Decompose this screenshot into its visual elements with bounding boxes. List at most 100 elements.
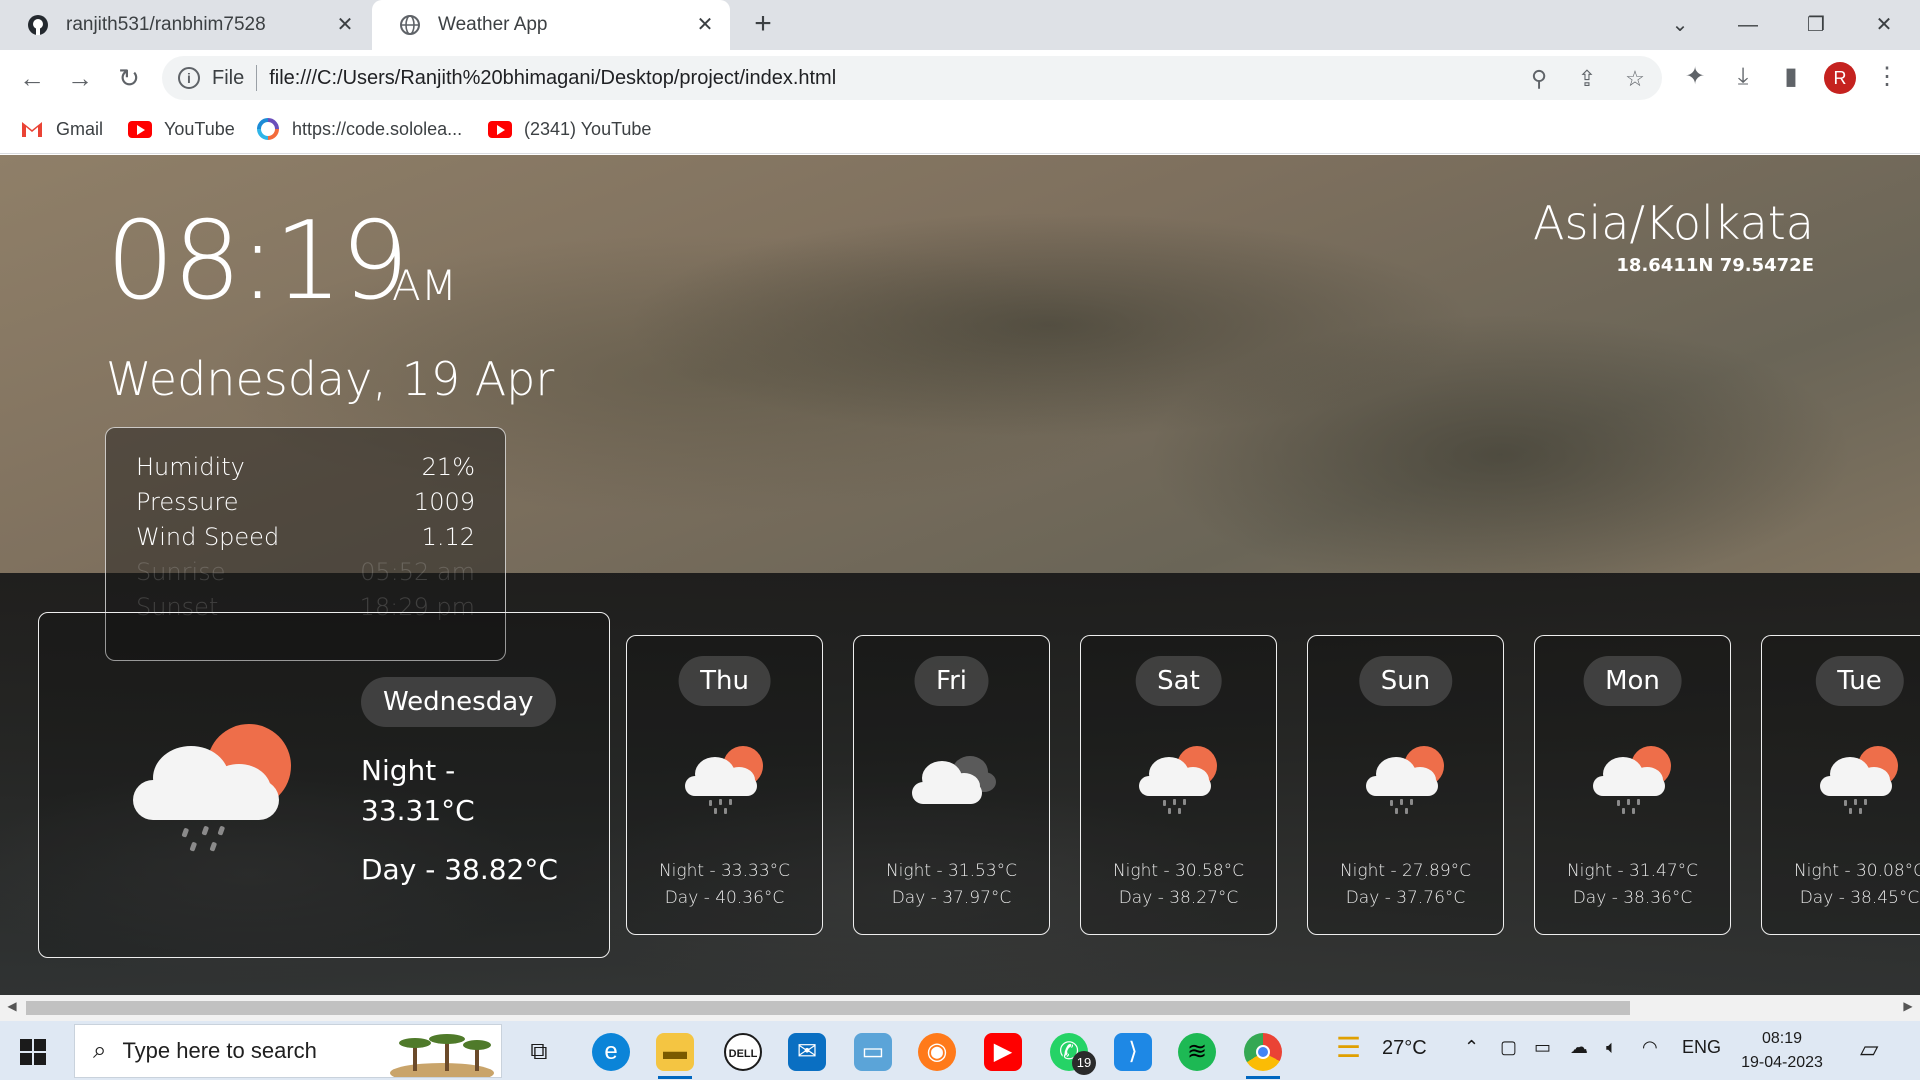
scroll-right-icon[interactable]: ▶ — [1900, 999, 1916, 1013]
file-explorer-icon[interactable]: ▬ — [656, 1033, 694, 1079]
menu-icon[interactable]: ⋮ — [1872, 62, 1902, 92]
detail-label: Pressure — [136, 488, 239, 516]
detail-value: 1009 — [413, 488, 475, 516]
new-tab-icon[interactable]: + — [748, 9, 778, 40]
chevron-down-icon[interactable]: ⌄ — [1660, 8, 1700, 42]
detail-value: 05:52 am — [360, 558, 475, 586]
forecast-night-temp: Night - 33.33°C — [658, 861, 791, 881]
windows-start-icon[interactable] — [20, 1039, 46, 1065]
close-icon[interactable]: ✕ — [694, 14, 716, 36]
info-icon[interactable]: i — [178, 67, 200, 89]
scrollbar-thumb[interactable] — [26, 1001, 1630, 1015]
current-date: Wednesday, 19 Apr — [106, 352, 555, 406]
volume-icon[interactable]: 🔈︎ — [1606, 1037, 1617, 1058]
gmail-icon — [20, 117, 44, 141]
bookmark-sololearn[interactable]: https://code.sololea... — [256, 116, 462, 142]
youtube-app-icon[interactable]: ▶ — [984, 1033, 1022, 1071]
extensions-icon[interactable]: ✦ — [1680, 62, 1710, 92]
close-window-icon[interactable]: ✕ — [1864, 8, 1904, 42]
forecast-day-temp: Day - 38.27°C — [1118, 888, 1239, 908]
dell-icon[interactable]: DELL — [724, 1033, 762, 1071]
weather-widget-icon[interactable]: ☰ — [1336, 1031, 1361, 1064]
forecast-day: Sat — [1135, 656, 1222, 706]
youtube-icon — [128, 117, 152, 141]
tab-strip: ranjith531/ranbhim7528 ✕ Weather App ✕ +… — [0, 0, 1920, 50]
weather-widget-temp[interactable]: 27°C — [1382, 1037, 1427, 1060]
forecast-card-tue: Tue Night - 30.08°C Day - 38.45°C — [1761, 635, 1920, 935]
today-night-temp: Night - 33.31°C — [361, 754, 475, 827]
share-icon[interactable]: ⇪ — [1574, 66, 1600, 92]
detail-wind-speed: Wind Speed 1.12 — [136, 520, 475, 555]
star-icon[interactable]: ☆ — [1622, 66, 1648, 92]
edge-icon[interactable]: e — [592, 1033, 630, 1071]
onedrive-icon[interactable]: ☁ — [1570, 1037, 1588, 1058]
forecast-day: Fri — [914, 656, 989, 706]
search-icon: ⌕ — [93, 1037, 107, 1064]
scroll-left-icon[interactable]: ◀ — [4, 999, 20, 1013]
back-icon[interactable]: ← — [16, 62, 48, 94]
forecast-day-temp: Day - 38.36°C — [1572, 888, 1693, 908]
tab-title: Weather App — [438, 14, 548, 35]
forecast-day: Sun — [1358, 656, 1453, 706]
close-icon[interactable]: ✕ — [334, 14, 356, 36]
bookmark-label: Gmail — [56, 118, 104, 139]
current-time: 08:19 — [106, 199, 409, 324]
forecast-day-temp: Day - 38.45°C — [1799, 888, 1920, 908]
tab-weather-app[interactable]: Weather App ✕ — [372, 0, 730, 50]
meet-now-icon[interactable]: ▢ — [1500, 1037, 1517, 1058]
mail-icon[interactable]: ✉ — [788, 1033, 826, 1071]
bookmark-label: (2341) YouTube — [524, 118, 652, 139]
side-panel-icon[interactable]: ▮ — [1776, 62, 1806, 92]
restore-icon[interactable]: ❐ — [1796, 8, 1836, 42]
windows-taskbar: ⌕ Type here to search ⧉ e ▬ DELL ✉ ▭ ◉ ▶… — [0, 1021, 1920, 1080]
this-pc-icon[interactable]: ▭ — [854, 1033, 892, 1071]
location-icon[interactable]: ⚲ — [1526, 66, 1552, 92]
minimize-icon[interactable]: — — [1728, 8, 1768, 42]
am-pm: AM — [392, 261, 457, 310]
language-indicator[interactable]: ENG — [1682, 1037, 1721, 1058]
chevron-up-icon[interactable]: ⌃ — [1464, 1037, 1479, 1058]
bookmark-youtube[interactable]: YouTube — [128, 116, 235, 142]
forecast-card-mon: Mon Night - 31.47°C Day - 38.36°C — [1534, 635, 1731, 935]
forecast-day: Thu — [678, 656, 771, 706]
url-text[interactable]: file:///C:/Users/Ranjith%20bhimagani/Des… — [269, 67, 836, 90]
youtube-icon — [488, 117, 512, 141]
search-placeholder: Type here to search — [122, 1038, 317, 1063]
search-highlight-icon — [390, 1034, 494, 1077]
browser-toolbar: ← → ↻ i File file:///C:/Users/Ranjith%20… — [0, 50, 1920, 106]
forecast-night-temp: Night - 30.08°C — [1793, 861, 1920, 881]
taskbar-search[interactable]: ⌕ Type here to search — [74, 1024, 502, 1078]
bookmark-label: https://code.sololea... — [292, 118, 463, 139]
bookmark-youtube-2[interactable]: (2341) YouTube — [488, 116, 651, 142]
rain-cloud-sun-icon — [1366, 746, 1444, 814]
battery-icon[interactable]: ▭ — [1534, 1037, 1551, 1058]
horizontal-scrollbar[interactable]: ◀ ▶ — [0, 995, 1920, 1021]
today-forecast-card: Wednesday Night - 33.31°C Day - 38.82°C — [38, 612, 610, 958]
detail-label: Wind Speed — [136, 523, 280, 551]
forward-icon[interactable]: → — [64, 62, 96, 94]
vscode-icon[interactable]: ⟩ — [1114, 1033, 1152, 1071]
cloudy-icon — [912, 756, 996, 804]
chrome-icon[interactable] — [1244, 1033, 1282, 1079]
download-icon[interactable]: ⤓ — [1728, 62, 1758, 92]
profile-avatar[interactable]: R — [1824, 62, 1856, 94]
spotify-icon[interactable]: ≋ — [1178, 1033, 1216, 1071]
tab-github[interactable]: ranjith531/ranbhim7528 ✕ — [0, 0, 370, 50]
task-view-icon[interactable]: ⧉ — [520, 1033, 558, 1071]
address-bar[interactable]: i File file:///C:/Users/Ranjith%20bhimag… — [162, 56, 1662, 100]
bookmark-gmail[interactable]: Gmail — [20, 116, 103, 142]
detail-humidity: Humidity 21% — [136, 450, 475, 485]
today-info: Wednesday Night - 33.31°C Day - 38.82°C — [361, 677, 558, 886]
weather-page: 08:19 AM Wednesday, 19 Apr Asia/Kolkata … — [0, 155, 1920, 995]
detail-sunrise: Sunrise 05:52 am — [136, 555, 475, 590]
reload-icon[interactable]: ↻ — [113, 62, 145, 94]
wifi-icon[interactable]: ◠ — [1642, 1037, 1658, 1058]
system-clock[interactable]: 08:19 19-04-2023 — [1730, 1027, 1834, 1075]
firefox-icon[interactable]: ◉ — [918, 1033, 956, 1071]
detail-value: 1.12 — [421, 523, 475, 551]
coordinates: 18.6411N 79.5472E — [1616, 255, 1814, 276]
bookmark-label: YouTube — [164, 118, 235, 139]
forecast-day-temp: Day - 40.36°C — [664, 888, 785, 908]
notification-icon[interactable]: ▱ — [1860, 1035, 1878, 1064]
detail-label: Humidity — [136, 453, 245, 481]
